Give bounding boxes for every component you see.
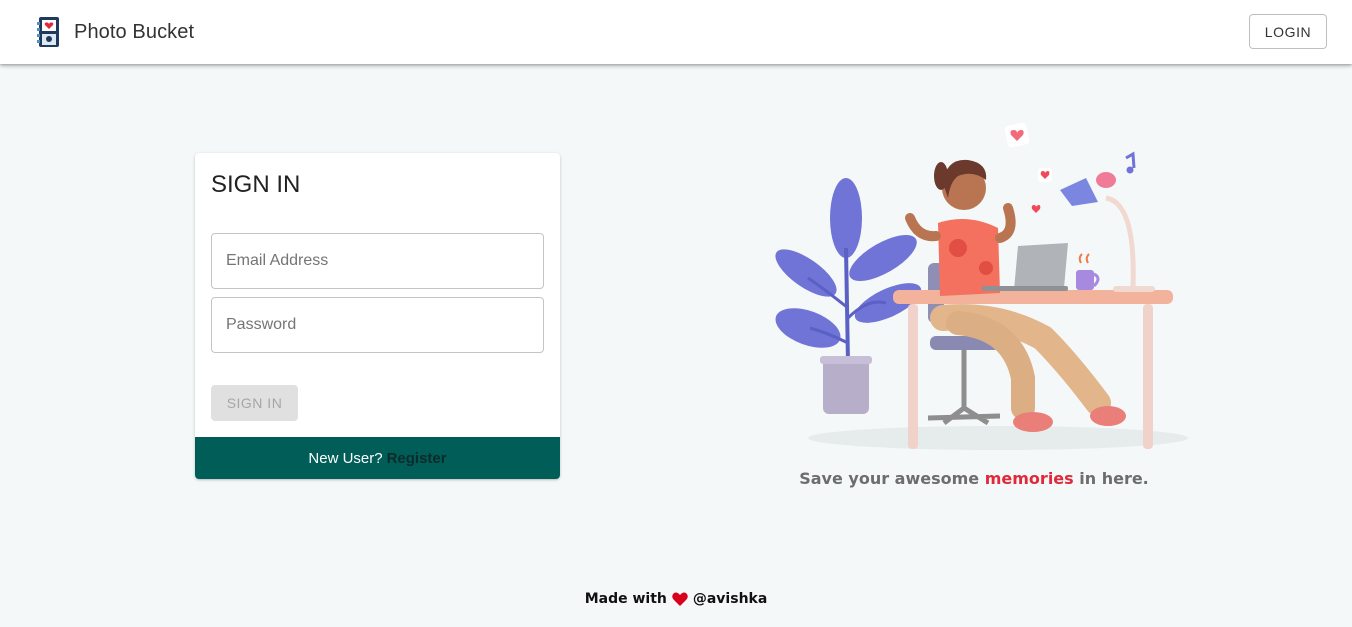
login-button[interactable]: LOGIN (1249, 14, 1327, 49)
top-navbar: Photo Bucket LOGIN (0, 0, 1352, 64)
page-footer: Made with @avishka (0, 591, 1352, 607)
author-handle: @avishka (692, 591, 768, 607)
heart-icon (672, 592, 688, 606)
signin-card: SIGN IN SIGN IN New User? Register (195, 153, 560, 479)
brand-title: Photo Bucket (74, 20, 195, 43)
password-field[interactable] (211, 297, 544, 353)
tagline-before: Save your awesome (799, 469, 980, 488)
tagline-accent: memories (984, 469, 1074, 488)
made-with-label: Made with (584, 591, 667, 607)
signin-title: SIGN IN (211, 171, 301, 198)
photo-bucket-logo-icon (37, 17, 59, 47)
woman-at-desk-illustration (775, 122, 1188, 450)
email-field[interactable] (211, 233, 544, 289)
tagline-after: in here. (1079, 469, 1149, 488)
signin-card-footer: New User? Register (195, 437, 560, 479)
signin-submit-button[interactable]: SIGN IN (211, 385, 298, 421)
hero-tagline: Save your awesome memories in here. (700, 469, 1248, 488)
register-link[interactable]: Register (387, 450, 447, 467)
new-user-label: New User? (308, 449, 383, 467)
brand[interactable]: Photo Bucket (36, 16, 194, 48)
